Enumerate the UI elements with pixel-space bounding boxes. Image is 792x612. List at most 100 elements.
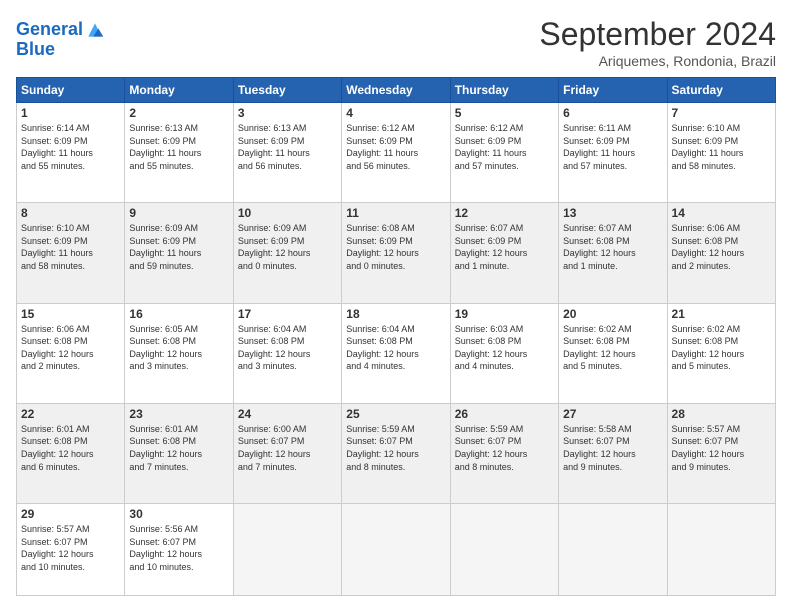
day-info: Sunrise: 5:56 AM Sunset: 6:07 PM Dayligh… <box>129 523 228 573</box>
day-number: 27 <box>563 407 662 421</box>
calendar-cell: 5Sunrise: 6:12 AM Sunset: 6:09 PM Daylig… <box>450 103 558 203</box>
day-number: 7 <box>672 106 771 120</box>
col-thursday: Thursday <box>450 78 558 103</box>
title-section: September 2024 Ariquemes, Rondonia, Braz… <box>539 16 776 69</box>
day-info: Sunrise: 6:08 AM Sunset: 6:09 PM Dayligh… <box>346 222 445 272</box>
day-number: 12 <box>455 206 554 220</box>
col-saturday: Saturday <box>667 78 775 103</box>
day-info: Sunrise: 6:07 AM Sunset: 6:09 PM Dayligh… <box>455 222 554 272</box>
day-number: 30 <box>129 507 228 521</box>
col-wednesday: Wednesday <box>342 78 450 103</box>
calendar-cell: 12 Sunrise: 6:07 AM Sunset: 6:09 PM Dayli… <box>450 203 558 303</box>
day-info: Sunrise: 6:06 AM Sunset: 6:08 PM Dayligh… <box>21 323 120 373</box>
day-number: 22 <box>21 407 120 421</box>
day-number: 4 <box>346 106 445 120</box>
day-info: Sunrise: 6:00 AM Sunset: 6:07 PM Dayligh… <box>238 423 337 473</box>
day-info: Sunrise: 6:12 AM Sunset: 6:09 PM Dayligh… <box>455 122 554 172</box>
location: Ariquemes, Rondonia, Brazil <box>539 53 776 69</box>
calendar-cell: 25 Sunrise: 5:59 AM Sunset: 6:07 PM Dayli… <box>342 403 450 503</box>
calendar-cell: 11 Sunrise: 6:08 AM Sunset: 6:09 PM Dayli… <box>342 203 450 303</box>
calendar-cell <box>450 504 558 596</box>
day-info: Sunrise: 5:59 AM Sunset: 6:07 PM Dayligh… <box>455 423 554 473</box>
calendar-body: 1Sunrise: 6:14 AM Sunset: 6:09 PM Daylig… <box>17 103 776 596</box>
calendar-cell: 8Sunrise: 6:10 AM Sunset: 6:09 PM Daylig… <box>17 203 125 303</box>
day-info: Sunrise: 6:01 AM Sunset: 6:08 PM Dayligh… <box>21 423 120 473</box>
calendar-cell: 27 Sunrise: 5:58 AM Sunset: 6:07 PM Dayli… <box>559 403 667 503</box>
day-info: Sunrise: 6:09 AM Sunset: 6:09 PM Dayligh… <box>238 222 337 272</box>
day-info: Sunrise: 6:11 AM Sunset: 6:09 PM Dayligh… <box>563 122 662 172</box>
calendar-cell: 4 Sunrise: 6:12 AM Sunset: 6:09 PM Daylig… <box>342 103 450 203</box>
calendar-cell <box>342 504 450 596</box>
calendar-cell: 23Sunrise: 6:01 AM Sunset: 6:08 PM Dayli… <box>125 403 233 503</box>
day-number: 11 <box>346 206 445 220</box>
day-info: Sunrise: 6:01 AM Sunset: 6:08 PM Dayligh… <box>129 423 228 473</box>
calendar-cell: 16 Sunrise: 6:05 AM Sunset: 6:08 PM Dayli… <box>125 303 233 403</box>
day-number: 17 <box>238 307 337 321</box>
day-number: 14 <box>672 206 771 220</box>
day-info: Sunrise: 6:10 AM Sunset: 6:09 PM Dayligh… <box>672 122 771 172</box>
calendar-cell: 30 Sunrise: 5:56 AM Sunset: 6:07 PM Dayli… <box>125 504 233 596</box>
day-info: Sunrise: 6:09 AM Sunset: 6:09 PM Dayligh… <box>129 222 228 272</box>
calendar-week-1: 1Sunrise: 6:14 AM Sunset: 6:09 PM Daylig… <box>17 103 776 203</box>
calendar-cell <box>667 504 775 596</box>
day-info: Sunrise: 6:07 AM Sunset: 6:08 PM Dayligh… <box>563 222 662 272</box>
day-info: Sunrise: 6:05 AM Sunset: 6:08 PM Dayligh… <box>129 323 228 373</box>
calendar-cell: 15 Sunrise: 6:06 AM Sunset: 6:08 PM Dayli… <box>17 303 125 403</box>
day-number: 21 <box>672 307 771 321</box>
calendar-table: Sunday Monday Tuesday Wednesday Thursday… <box>16 77 776 596</box>
day-number: 8 <box>21 206 120 220</box>
day-info: Sunrise: 6:06 AM Sunset: 6:08 PM Dayligh… <box>672 222 771 272</box>
logo-icon <box>85 20 105 40</box>
calendar-cell: 10Sunrise: 6:09 AM Sunset: 6:09 PM Dayli… <box>233 203 341 303</box>
day-number: 15 <box>21 307 120 321</box>
logo: General Blue <box>16 20 105 60</box>
day-number: 9 <box>129 206 228 220</box>
day-info: Sunrise: 6:03 AM Sunset: 6:08 PM Dayligh… <box>455 323 554 373</box>
col-friday: Friday <box>559 78 667 103</box>
calendar-cell: 24 Sunrise: 6:00 AM Sunset: 6:07 PM Dayli… <box>233 403 341 503</box>
day-info: Sunrise: 6:13 AM Sunset: 6:09 PM Dayligh… <box>238 122 337 172</box>
day-info: Sunrise: 6:04 AM Sunset: 6:08 PM Dayligh… <box>238 323 337 373</box>
day-number: 28 <box>672 407 771 421</box>
day-number: 1 <box>21 106 120 120</box>
calendar-cell: 9 Sunrise: 6:09 AM Sunset: 6:09 PM Daylig… <box>125 203 233 303</box>
day-info: Sunrise: 5:58 AM Sunset: 6:07 PM Dayligh… <box>563 423 662 473</box>
col-sunday: Sunday <box>17 78 125 103</box>
day-info: Sunrise: 6:04 AM Sunset: 6:08 PM Dayligh… <box>346 323 445 373</box>
day-number: 24 <box>238 407 337 421</box>
logo-text-blue: Blue <box>16 40 105 60</box>
day-info: Sunrise: 5:57 AM Sunset: 6:07 PM Dayligh… <box>21 523 120 573</box>
day-info: Sunrise: 5:59 AM Sunset: 6:07 PM Dayligh… <box>346 423 445 473</box>
day-info: Sunrise: 6:12 AM Sunset: 6:09 PM Dayligh… <box>346 122 445 172</box>
month-title: September 2024 <box>539 16 776 53</box>
day-number: 3 <box>238 106 337 120</box>
calendar-cell: 20Sunrise: 6:02 AM Sunset: 6:08 PM Dayli… <box>559 303 667 403</box>
day-info: Sunrise: 6:13 AM Sunset: 6:09 PM Dayligh… <box>129 122 228 172</box>
calendar-cell: 7 Sunrise: 6:10 AM Sunset: 6:09 PM Daylig… <box>667 103 775 203</box>
calendar-cell: 29Sunrise: 5:57 AM Sunset: 6:07 PM Dayli… <box>17 504 125 596</box>
page: General Blue September 2024 Ariquemes, R… <box>0 0 792 612</box>
calendar-week-4: 22 Sunrise: 6:01 AM Sunset: 6:08 PM Dayli… <box>17 403 776 503</box>
header: General Blue September 2024 Ariquemes, R… <box>16 16 776 69</box>
col-tuesday: Tuesday <box>233 78 341 103</box>
calendar-cell: 21 Sunrise: 6:02 AM Sunset: 6:08 PM Dayli… <box>667 303 775 403</box>
logo-text: General <box>16 20 83 40</box>
day-info: Sunrise: 5:57 AM Sunset: 6:07 PM Dayligh… <box>672 423 771 473</box>
calendar-week-5: 29Sunrise: 5:57 AM Sunset: 6:07 PM Dayli… <box>17 504 776 596</box>
calendar-cell: 17 Sunrise: 6:04 AM Sunset: 6:08 PM Dayli… <box>233 303 341 403</box>
day-info: Sunrise: 6:02 AM Sunset: 6:08 PM Dayligh… <box>672 323 771 373</box>
day-number: 13 <box>563 206 662 220</box>
calendar-cell: 2 Sunrise: 6:13 AM Sunset: 6:09 PM Daylig… <box>125 103 233 203</box>
calendar-cell: 28 Sunrise: 5:57 AM Sunset: 6:07 PM Dayli… <box>667 403 775 503</box>
header-row: Sunday Monday Tuesday Wednesday Thursday… <box>17 78 776 103</box>
day-number: 25 <box>346 407 445 421</box>
calendar-cell <box>559 504 667 596</box>
calendar-cell: 6Sunrise: 6:11 AM Sunset: 6:09 PM Daylig… <box>559 103 667 203</box>
calendar-cell: 26Sunrise: 5:59 AM Sunset: 6:07 PM Dayli… <box>450 403 558 503</box>
day-number: 2 <box>129 106 228 120</box>
calendar-cell: 1Sunrise: 6:14 AM Sunset: 6:09 PM Daylig… <box>17 103 125 203</box>
day-number: 16 <box>129 307 228 321</box>
calendar-cell: 3 Sunrise: 6:13 AM Sunset: 6:09 PM Daylig… <box>233 103 341 203</box>
calendar-cell: 14 Sunrise: 6:06 AM Sunset: 6:08 PM Dayli… <box>667 203 775 303</box>
col-monday: Monday <box>125 78 233 103</box>
